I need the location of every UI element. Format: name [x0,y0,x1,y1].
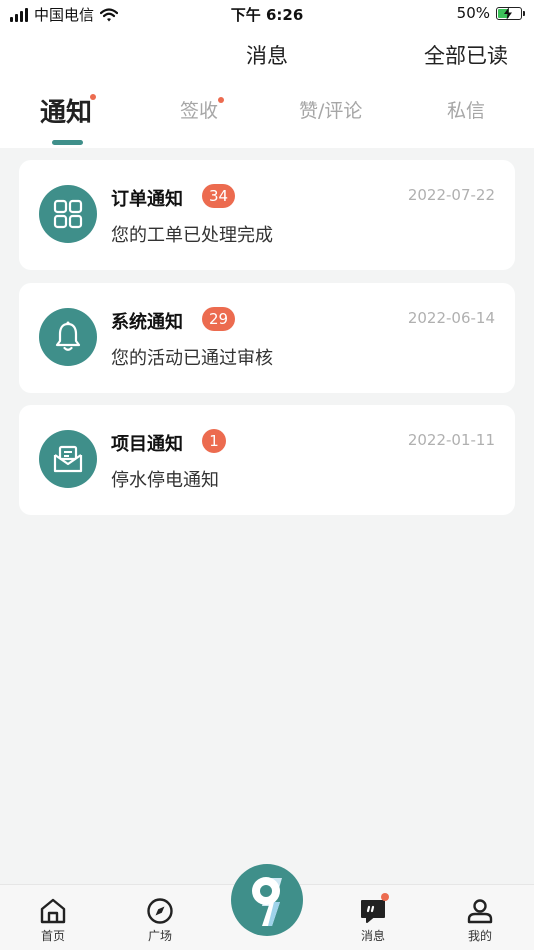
notification-description: 您的工单已处理完成 [111,225,273,246]
tab-label: 赞/评论 [299,100,363,122]
notification-description: 您的活动已通过审核 [111,348,273,369]
tabbar-label: 首页 [40,929,65,943]
tab-label: 签收 [180,100,219,122]
unread-dot [90,94,97,100]
tabbar-label: 消息 [360,929,385,943]
tabbar-home[interactable]: 首页 [23,897,83,944]
message-bubble-icon [361,900,385,923]
tab-private-messages[interactable]: 私信 [447,96,485,123]
battery-icon [496,6,525,20]
notification-date: 2022-06-14 [407,309,495,327]
notification-card-system[interactable]: 系统通知 29 2022-06-14 您的活动已通过审核 [19,283,515,393]
bell-icon [39,308,97,366]
tabbar-messages[interactable]: 消息 [343,897,403,944]
notification-description: 停水停电通知 [111,470,219,491]
message-tabs: 通知 签收 赞/评论 私信 [0,94,534,148]
user-icon [467,899,493,924]
status-bar: 中国电信 下午 6:26 50% [0,0,534,28]
tabbar-label: 广场 [147,929,172,943]
tabbar-mine[interactable]: 我的 [450,897,510,944]
unread-count-badge: 29 [202,307,236,331]
compass-icon [147,898,173,924]
tab-sign-for[interactable]: 签收 [180,96,225,123]
app-logo-icon [252,877,282,926]
notification-date: 2022-01-11 [407,431,495,449]
envelope-icon [39,430,97,488]
home-icon [40,898,66,924]
tabbar-plaza[interactable]: 广场 [130,897,190,944]
tab-likes-comments[interactable]: 赞/评论 [299,96,362,123]
center-action-button[interactable] [231,864,303,936]
tabbar-label: 我的 [467,929,492,943]
status-time: 下午 6:26 [230,6,304,24]
notification-title: 系统通知 [111,312,183,333]
notification-date: 2022-07-22 [407,186,495,204]
unread-dot [381,893,389,901]
unread-count-badge: 1 [202,429,226,453]
notification-card-project[interactable]: 项目通知 1 2022-01-11 停水停电通知 [19,405,515,515]
header-area: 中国电信 下午 6:26 50% 消息 全部已读 通知 签收 赞/评论 私信 [0,0,534,148]
active-tab-indicator [52,140,83,145]
notification-card-order[interactable]: 订单通知 34 2022-07-22 您的工单已处理完成 [19,160,515,270]
unread-dot [218,97,225,103]
tab-label: 私信 [447,100,486,122]
tab-notifications[interactable]: 通知 [40,92,97,129]
grid-icon [39,185,97,243]
notification-title: 项目通知 [111,434,183,455]
unread-count-badge: 34 [202,184,236,208]
tab-label: 通知 [40,98,93,128]
notification-title: 订单通知 [111,189,183,210]
battery-percent: 50% [456,4,490,22]
mark-all-read-button[interactable]: 全部已读 [424,40,508,70]
